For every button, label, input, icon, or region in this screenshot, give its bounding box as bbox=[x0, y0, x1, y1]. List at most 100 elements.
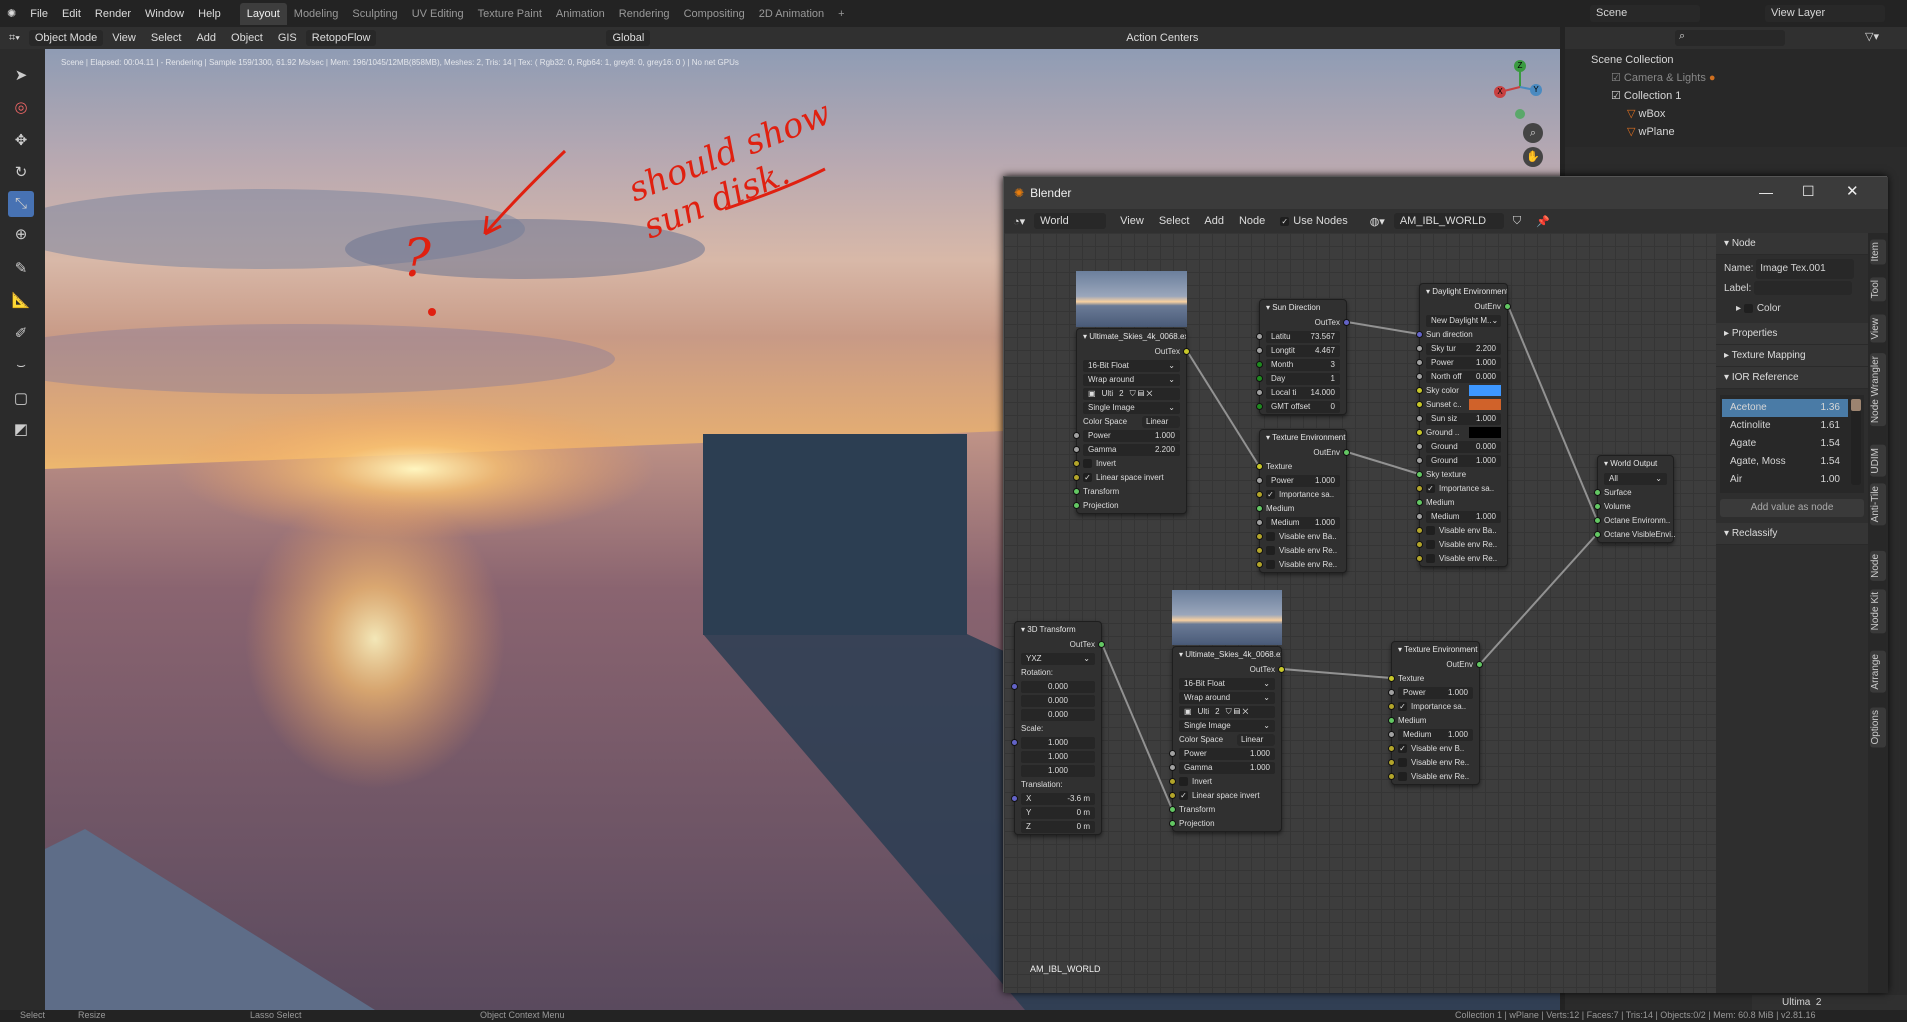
pin-icon[interactable]: 📌 bbox=[1530, 213, 1556, 230]
world-name-field[interactable]: AM_IBL_WORLD bbox=[1393, 213, 1504, 229]
dropdown[interactable]: Wrap around ⌄ bbox=[1083, 374, 1180, 386]
box-object[interactable] bbox=[703, 434, 967, 635]
socket[interactable] bbox=[1476, 661, 1483, 668]
value-field[interactable]: Medium 1.000 bbox=[1426, 511, 1501, 523]
action-centers-button[interactable]: Action Centers bbox=[1120, 30, 1204, 46]
outliner-row-collection-1[interactable]: ☑ Collection 1 bbox=[1565, 87, 1907, 105]
outliner-search-icon[interactable]: ⌕ bbox=[1675, 30, 1785, 46]
tab-rendering[interactable]: Rendering bbox=[612, 3, 677, 25]
dropdown[interactable]: 16-Bit Float ⌄ bbox=[1179, 678, 1275, 690]
value-field[interactable]: Gamma 2.200 bbox=[1083, 444, 1180, 456]
shader-type-selector[interactable]: World bbox=[1034, 213, 1107, 229]
socket[interactable] bbox=[1256, 491, 1263, 498]
maximize-button[interactable]: ☐ bbox=[1802, 183, 1815, 200]
socket[interactable] bbox=[1416, 415, 1423, 422]
value-field[interactable]: 0.000 bbox=[1021, 695, 1095, 707]
socket[interactable] bbox=[1169, 820, 1176, 827]
socket[interactable] bbox=[1416, 345, 1423, 352]
ior-reference-section[interactable]: ▾ IOR Reference bbox=[1716, 367, 1868, 389]
value-field[interactable]: Gamma 1.000 bbox=[1179, 762, 1275, 774]
node-img2[interactable]: ▾ Ultimate_Skies_4k_0068.exr OutTex 16-Bit… bbox=[1169, 646, 1285, 832]
move-tool-icon[interactable]: ✥ bbox=[8, 128, 34, 154]
editor-type-icon[interactable]: ⌗▾ bbox=[3, 30, 26, 47]
node-day[interactable]: ▾ Daylight Environment OutEnv New Daylight… bbox=[1416, 283, 1511, 567]
value-field[interactable]: Day 1 bbox=[1266, 373, 1340, 385]
value-field[interactable]: Z 0 m bbox=[1021, 821, 1095, 833]
value-field[interactable]: North off 0.000 bbox=[1426, 371, 1501, 383]
socket[interactable] bbox=[1594, 503, 1601, 510]
socket[interactable] bbox=[1416, 485, 1423, 492]
checkbox[interactable] bbox=[1083, 459, 1092, 469]
value-field[interactable]: Medium 1.000 bbox=[1398, 729, 1473, 741]
world-icon[interactable]: ◍▾ bbox=[1364, 213, 1391, 230]
checkbox[interactable] bbox=[1266, 560, 1275, 570]
socket[interactable] bbox=[1256, 389, 1263, 396]
socket[interactable] bbox=[1169, 764, 1176, 771]
node-color-toggle[interactable]: ▸ Color bbox=[1724, 299, 1860, 319]
socket[interactable] bbox=[1504, 303, 1511, 310]
orientation-selector[interactable]: Global bbox=[606, 30, 651, 46]
socket[interactable] bbox=[1073, 432, 1080, 439]
socket[interactable] bbox=[1388, 745, 1395, 752]
socket[interactable] bbox=[1073, 488, 1080, 495]
value-field[interactable]: 0.000 bbox=[1021, 709, 1095, 721]
socket[interactable] bbox=[1073, 474, 1080, 481]
blender-logo-icon[interactable]: ✺ bbox=[0, 7, 23, 20]
dropdown[interactable]: YXZ ⌄ bbox=[1021, 653, 1095, 665]
checkbox[interactable] bbox=[1266, 546, 1275, 556]
checkbox[interactable] bbox=[1426, 554, 1435, 564]
socket[interactable] bbox=[1388, 731, 1395, 738]
image-browser[interactable]: ▣ Ulti 2 ⛉ ▤ ✕ bbox=[1083, 388, 1180, 400]
checkbox[interactable] bbox=[1398, 758, 1407, 768]
socket[interactable] bbox=[1388, 759, 1395, 766]
value-field[interactable]: Local ti 14.000 bbox=[1266, 387, 1340, 399]
properties-section[interactable]: ▸ Properties bbox=[1716, 323, 1868, 345]
socket[interactable] bbox=[1416, 331, 1423, 338]
checkbox[interactable] bbox=[1179, 777, 1188, 787]
socket[interactable] bbox=[1416, 527, 1423, 534]
value-field[interactable]: Longtit 4.467 bbox=[1266, 345, 1340, 357]
value-field[interactable]: Latitu 73.567 bbox=[1266, 331, 1340, 343]
menu-object[interactable]: Object bbox=[225, 30, 269, 46]
tab-layout[interactable]: Layout bbox=[239, 2, 287, 25]
sidebar-tab-anti-tile[interactable]: Anti-Tile bbox=[1870, 483, 1886, 526]
socket[interactable] bbox=[1278, 666, 1285, 673]
tab-compositing[interactable]: Compositing bbox=[677, 3, 752, 25]
node-header[interactable]: ▾ World Output bbox=[1598, 456, 1673, 472]
socket[interactable] bbox=[1098, 641, 1105, 648]
add-value-as-node-button[interactable]: Add value as node bbox=[1720, 499, 1864, 517]
value-field[interactable]: Y 0 m bbox=[1021, 807, 1095, 819]
socket[interactable] bbox=[1256, 533, 1263, 540]
socket[interactable] bbox=[1594, 531, 1601, 538]
value-field[interactable]: X -3.6 m bbox=[1021, 793, 1095, 805]
scene-selector[interactable]: Scene bbox=[1590, 5, 1700, 22]
menu-edit[interactable]: Edit bbox=[55, 8, 88, 20]
socket[interactable] bbox=[1256, 463, 1263, 470]
image-browser[interactable]: ▣ Ulti 2 ⛉ ▤ ✕ bbox=[1179, 706, 1275, 718]
dropdown[interactable]: Single Image ⌄ bbox=[1083, 402, 1180, 414]
checkbox[interactable]: ✓ bbox=[1398, 702, 1407, 712]
retopoflow-menu[interactable]: RetopoFlow bbox=[305, 30, 377, 46]
tab-sculpting[interactable]: Sculpting bbox=[345, 3, 404, 25]
sidebar-tab-tool[interactable]: Tool bbox=[1870, 277, 1886, 302]
socket[interactable] bbox=[1256, 361, 1263, 368]
tab-modeling[interactable]: Modeling bbox=[287, 3, 346, 25]
zoom-view-icon[interactable]: ⌕ bbox=[1523, 123, 1543, 143]
color-space-dropdown[interactable]: Linear bbox=[1237, 734, 1275, 746]
socket[interactable] bbox=[1073, 446, 1080, 453]
menu-file[interactable]: File bbox=[23, 8, 55, 20]
dropdown[interactable]: 16-Bit Float ⌄ bbox=[1083, 360, 1180, 372]
node-sun[interactable]: ▾ Sun Direction OutTex Latitu 73.567 Longtit… bbox=[1256, 299, 1350, 415]
editor-type-icon[interactable]: ◔▾ bbox=[1007, 213, 1031, 230]
socket[interactable] bbox=[1183, 348, 1190, 355]
checkbox[interactable]: ✓ bbox=[1083, 473, 1092, 483]
checkbox[interactable] bbox=[1426, 526, 1435, 536]
socket[interactable] bbox=[1256, 347, 1263, 354]
color-space-dropdown[interactable]: Linear bbox=[1142, 416, 1180, 428]
sidebar-tab-node[interactable]: Node bbox=[1870, 551, 1886, 581]
socket[interactable] bbox=[1416, 443, 1423, 450]
socket[interactable] bbox=[1416, 513, 1423, 520]
value-field[interactable]: GMT offset 0 bbox=[1266, 401, 1340, 413]
dropdown[interactable]: New Daylight M.. ⌄ bbox=[1426, 315, 1501, 327]
value-field[interactable]: Power 1.000 bbox=[1398, 687, 1473, 699]
